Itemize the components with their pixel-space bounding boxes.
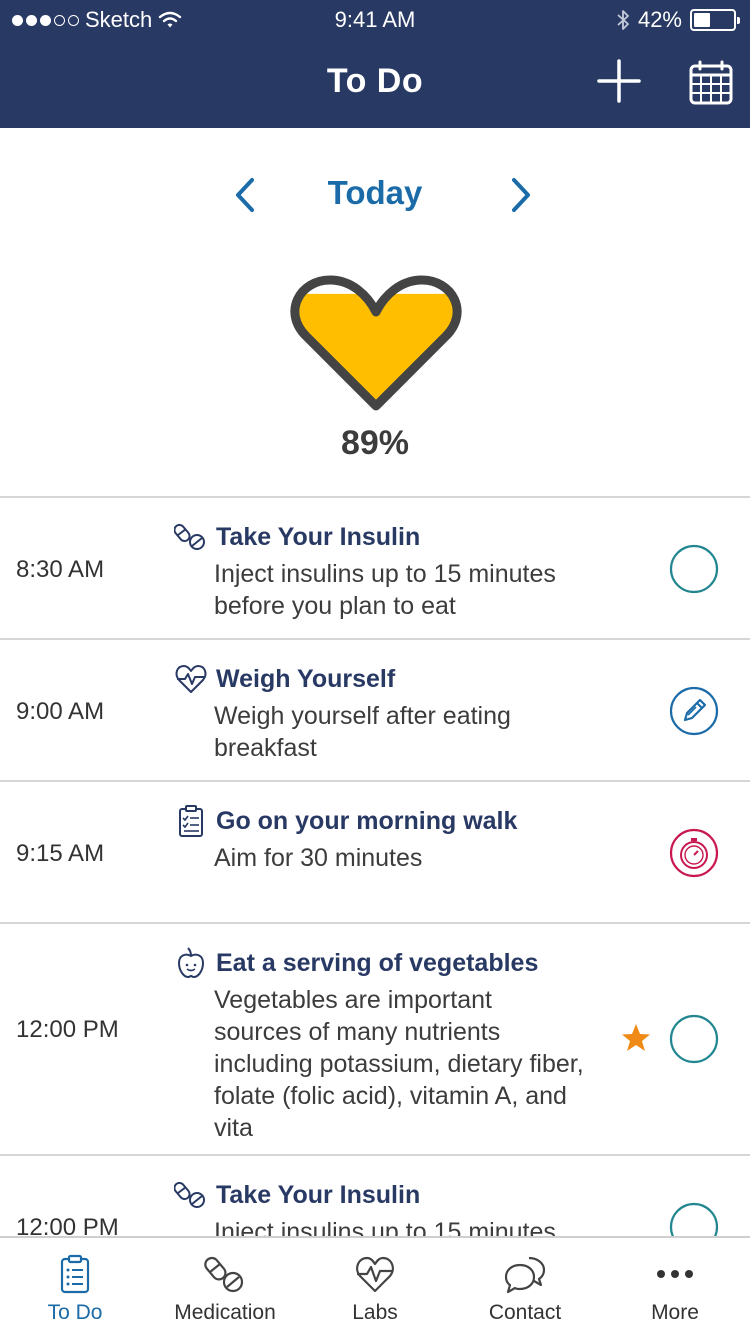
tab-labs[interactable]: Labs: [300, 1238, 450, 1334]
tab-medication[interactable]: Medication: [150, 1238, 300, 1334]
tab-label: To Do: [47, 1301, 103, 1324]
bluetooth-icon: [617, 10, 629, 30]
task-list: 8:30 AM Take Your Insulin Inject insulin…: [0, 496, 750, 1298]
stopwatch-icon[interactable]: [668, 827, 720, 879]
task-row[interactable]: 9:15 AM Go on your morning walk Aim for …: [0, 782, 750, 924]
calendar-icon[interactable]: [688, 60, 734, 106]
tab-label: Medication: [174, 1301, 276, 1324]
task-title-row: Take Your Insulin: [174, 520, 420, 554]
task-row[interactable]: 9:00 AM Weigh Yourself Weigh yourself af…: [0, 640, 750, 782]
clipboard-list-icon: [60, 1254, 90, 1294]
navigation-bar: Sketch 9:41 AM 42% To Do: [0, 0, 750, 128]
tab-more[interactable]: More: [600, 1238, 750, 1334]
date-navigator: Today: [0, 170, 750, 220]
status-right: 42%: [616, 7, 740, 33]
status-bar: Sketch 9:41 AM 42%: [0, 0, 750, 40]
pencil-icon[interactable]: [668, 685, 720, 737]
tab-label: Labs: [352, 1301, 398, 1324]
tab-bar: To Do Medication Labs Contact More: [0, 1236, 750, 1334]
task-title: Eat a serving of vegetables: [216, 948, 539, 977]
task-title-row: Take Your Insulin: [174, 1178, 420, 1212]
task-time: 9:15 AM: [16, 840, 105, 867]
clipboard-icon: [179, 805, 203, 837]
pills-icon: [204, 1256, 244, 1293]
heart-pulse-icon: [175, 665, 207, 693]
battery-icon: [690, 9, 740, 31]
apple-icon: [177, 947, 205, 979]
plus-icon[interactable]: [596, 58, 642, 104]
chat-bubbles-icon: [504, 1256, 546, 1294]
battery-percent: 42%: [637, 7, 682, 32]
task-time: 9:00 AM: [16, 698, 105, 725]
star-icon: [622, 1024, 650, 1051]
task-title-row: Eat a serving of vegetables: [174, 946, 538, 980]
task-description: Vegetables are important sources of many…: [214, 986, 584, 1142]
task-row[interactable]: 8:30 AM Take Your Insulin Inject insulin…: [0, 498, 750, 640]
task-title-row: Go on your morning walk: [174, 804, 517, 838]
task-title-row: Weigh Yourself: [174, 662, 395, 696]
tab-label: More: [651, 1301, 699, 1324]
task-description: Aim for 30 minutes: [214, 844, 423, 872]
circle-check-icon[interactable]: [668, 1013, 720, 1065]
task-description: Weigh yourself after eating breakfast: [214, 702, 511, 762]
task-row[interactable]: 12:00 PM Eat a serving of vegetables Veg…: [0, 924, 750, 1156]
tab-contact[interactable]: Contact: [450, 1238, 600, 1334]
task-title: Take Your Insulin: [216, 1180, 421, 1209]
pills-icon: [174, 1181, 205, 1208]
task-title: Take Your Insulin: [216, 522, 421, 551]
heart-pulse-icon: [356, 1256, 394, 1293]
task-description: Inject insulins up to 15 minutes before …: [214, 560, 556, 620]
chevron-right-icon[interactable]: [502, 170, 542, 220]
pills-icon: [174, 523, 205, 550]
task-title: Weigh Yourself: [216, 664, 396, 693]
task-title: Go on your morning walk: [216, 806, 518, 835]
task-time: 12:00 PM: [16, 1016, 119, 1043]
tab-todo[interactable]: To Do: [0, 1238, 150, 1334]
task-time: 8:30 AM: [16, 556, 105, 583]
heart-progress-icon: [290, 275, 462, 411]
circle-check-icon[interactable]: [668, 543, 720, 595]
tab-label: Contact: [488, 1301, 562, 1324]
progress-percent: 89%: [340, 424, 410, 462]
more-dots-icon: [657, 1270, 693, 1278]
date-label[interactable]: Today: [0, 174, 750, 212]
